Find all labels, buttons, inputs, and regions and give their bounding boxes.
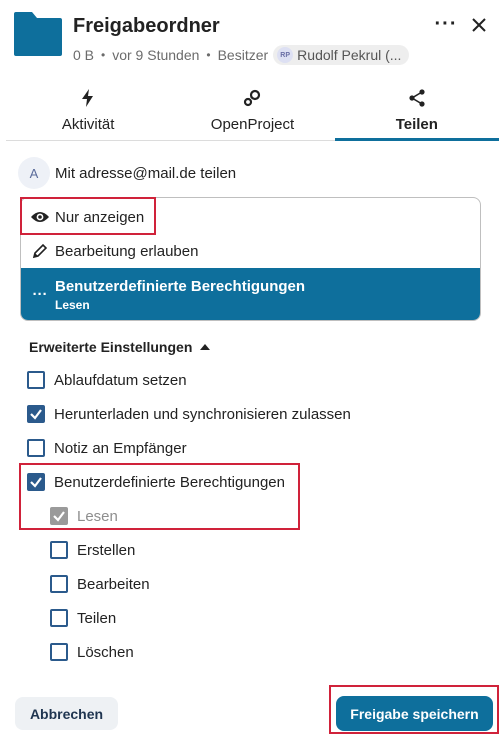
share-icon: [409, 89, 425, 107]
openproject-icon: [244, 89, 261, 107]
checkbox-download[interactable]: Herunterladen und synchronisieren zulass…: [27, 402, 351, 426]
tab-label: Aktivität: [61, 116, 115, 133]
file-meta: 0 B • vor 9 Stunden • Besitzer RP Rudolf…: [73, 45, 410, 65]
avatar: A: [18, 157, 50, 189]
file-size: 0 B: [73, 47, 95, 63]
permission-dropdown: Nur anzeigen Bearbeitung erlauben ··· Be…: [20, 197, 481, 321]
checkbox[interactable]: [27, 439, 45, 457]
checkbox-create[interactable]: Erstellen: [50, 538, 135, 562]
tab-openproject[interactable]: OpenProject: [170, 84, 334, 141]
checkbox-share[interactable]: Teilen: [50, 606, 116, 630]
checkbox-label: Ablaufdatum setzen: [54, 371, 187, 389]
sidebar-header: Freigabeordner 0 B • vor 9 Stunden • Bes…: [0, 0, 499, 80]
close-icon[interactable]: [466, 12, 492, 38]
lightning-icon: [82, 89, 94, 107]
permission-option-view[interactable]: Nur anzeigen: [21, 200, 480, 234]
permission-option-sublabel: Lesen: [55, 297, 90, 312]
checkbox-custom-permissions[interactable]: Benutzerdefinierte Berechtigungen: [27, 470, 285, 494]
advanced-settings-toggle[interactable]: Erweiterte Einstellungen: [29, 337, 211, 357]
check-icon: [53, 511, 65, 522]
checkbox-label: Lesen: [77, 507, 118, 525]
more-options-button[interactable]: ···: [434, 14, 458, 38]
avatar: RP: [277, 47, 294, 63]
checkbox-label: Notiz an Empfänger: [54, 439, 187, 457]
ellipsis-icon: ···: [32, 286, 48, 303]
checkbox-label: Erstellen: [77, 541, 136, 559]
checkbox-edit[interactable]: Bearbeiten: [50, 572, 150, 596]
checkbox-expiration[interactable]: Ablaufdatum setzen: [27, 368, 187, 392]
checkbox[interactable]: [27, 405, 45, 423]
tab-label: Teilen: [395, 116, 438, 133]
tab-activity[interactable]: Aktivität: [6, 84, 170, 141]
checkbox[interactable]: [27, 371, 45, 389]
checkbox-label: Herunterladen und synchronisieren zulass…: [54, 405, 351, 423]
tab-label: OpenProject: [210, 116, 295, 133]
checkbox[interactable]: [50, 609, 68, 627]
permission-option-label: Nur anzeigen: [55, 208, 145, 226]
check-icon: [30, 409, 42, 420]
active-tab-indicator: [335, 138, 499, 141]
checkbox-read: Lesen: [50, 504, 118, 528]
checkbox: [50, 507, 68, 525]
checkbox[interactable]: [27, 473, 45, 491]
checkbox-label: Teilen: [77, 609, 117, 627]
permission-option-custom[interactable]: ··· Benutzerdefinierte Berechtigungen Le…: [21, 268, 480, 320]
owner-chip[interactable]: RP Rudolf Pekrul (...: [273, 45, 410, 65]
checkbox-label: Bearbeiten: [77, 575, 150, 593]
checkbox[interactable]: [50, 541, 68, 559]
permission-option-edit[interactable]: Bearbeitung erlauben: [21, 234, 480, 268]
checkbox-delete[interactable]: Löschen: [50, 640, 134, 664]
save-share-button[interactable]: Freigabe speichern: [336, 696, 493, 731]
separator-dot: •: [206, 48, 211, 62]
chevron-up-icon: [200, 344, 211, 350]
file-title: Freigabeordner: [73, 15, 220, 37]
owner-name: Rudolf Pekrul (...: [297, 47, 402, 63]
tab-share[interactable]: Teilen: [335, 84, 499, 141]
folder-icon: [14, 12, 62, 56]
eye-icon: [29, 206, 51, 228]
advanced-settings-label: Erweiterte Einstellungen: [29, 339, 193, 355]
file-modified: vor 9 Stunden: [112, 47, 200, 63]
checkbox-label: Benutzerdefinierte Berechtigungen: [54, 473, 285, 491]
permission-option-label: Bearbeitung erlauben: [55, 242, 199, 260]
checkbox-note[interactable]: Notiz an Empfänger: [27, 436, 187, 460]
share-recipient-label: Mit adresse@mail.de teilen: [55, 164, 237, 182]
owner-label: Besitzer: [217, 47, 269, 63]
checkbox[interactable]: [50, 575, 68, 593]
separator-dot: •: [101, 48, 106, 62]
cancel-button[interactable]: Abbrechen: [15, 697, 118, 730]
share-recipient: A Mit adresse@mail.de teilen: [18, 157, 236, 189]
pencil-icon: [29, 240, 51, 262]
checkbox-label: Löschen: [77, 643, 134, 661]
checkbox[interactable]: [50, 643, 68, 661]
tab-bar: Aktivität OpenProject Teilen: [6, 84, 499, 141]
check-icon: [30, 477, 42, 488]
permission-option-label: Benutzerdefinierte Berechtigungen: [55, 277, 306, 295]
